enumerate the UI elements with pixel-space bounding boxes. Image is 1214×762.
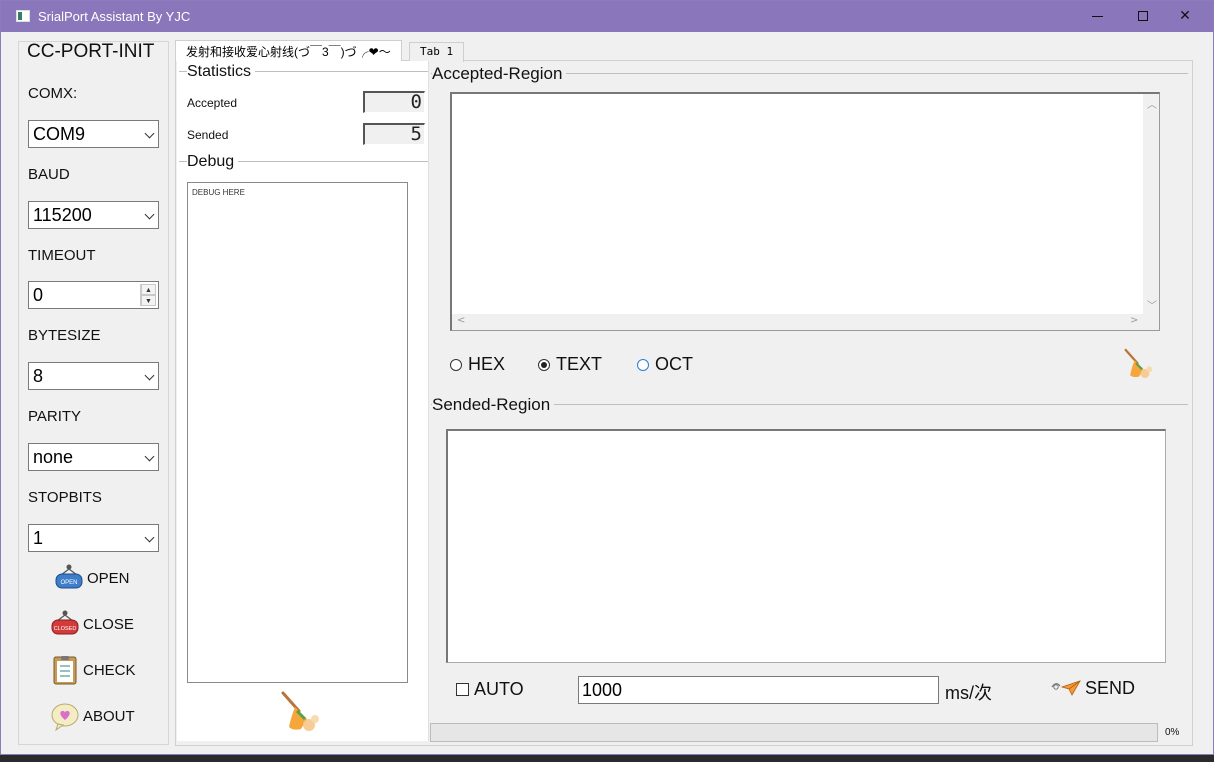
format-text-label: TEXT [556,354,603,374]
port-config-title: CC-PORT-INIT [27,41,155,62]
window-title: SrialPort Assistant By YJC [38,9,191,24]
maximize-icon [1138,11,1148,21]
close-window-button[interactable]: ✕ [1162,1,1208,32]
app-window: SrialPort Assistant By YJC ✕ CC-PORT-INI… [0,0,1214,755]
format-oct-label: OCT [655,354,693,374]
chevron-down-icon [144,370,155,381]
radio-icon [637,358,649,371]
open-sign-text: OPEN [60,580,77,586]
sended-region-title: Sended-Region [432,395,555,415]
sended-count-label: Sended [187,128,229,142]
about-button[interactable]: ABOUT [50,701,135,732]
stopbits-label: STOPBITS [28,489,102,506]
timeout-value: 0 [33,285,44,305]
progress-percent: 0% [1165,727,1180,738]
stopbits-select[interactable]: 1 [28,524,159,552]
broom-icon [281,691,319,731]
send-button[interactable]: SEND [1050,677,1135,699]
baud-select[interactable]: 115200 [28,201,159,229]
chevron-down-icon [144,451,155,462]
send-label: SEND [1085,677,1136,698]
scroll-down-icon: ﹀ [1147,301,1157,312]
spin-up-icon[interactable]: ▲ [141,284,156,295]
comx-value: COM9 [33,124,86,144]
format-hex-radio[interactable]: HEX [450,354,505,375]
radio-icon [450,358,462,371]
close-button[interactable]: CLOSED CLOSE [50,609,134,639]
send-interval-input[interactable]: 1000 [578,676,939,704]
debug-output[interactable]: DEBUG HERE [187,182,408,683]
app-icon [16,10,30,22]
chevron-down-icon [144,128,155,139]
open-button[interactable]: OPEN OPEN [54,563,130,593]
horizontal-scrollbar[interactable]: < > [452,314,1144,330]
scroll-up-icon: ︿ [1147,100,1157,111]
scroll-corner [1143,314,1159,330]
checkbox-icon [456,683,469,696]
scroll-right-icon: > [1130,315,1139,326]
timeout-label: TIMEOUT [28,247,96,264]
send-text-area[interactable] [446,429,1166,663]
bytesize-select[interactable]: 8 [28,362,159,390]
scroll-left-icon: < [457,315,466,326]
parity-value: none [33,447,74,467]
closed-sign-icon: CLOSED [50,609,80,639]
bytesize-value: 8 [33,366,44,386]
about-label: ABOUT [83,707,135,725]
clipboard-icon [50,655,80,685]
heart-bubble-icon [50,701,80,732]
clear-debug-button[interactable] [279,689,323,740]
accepted-count-label: Accepted [187,96,238,110]
open-sign-icon: OPEN [54,563,84,593]
timeout-spinbox[interactable]: 0 ▲ ▼ [28,281,159,309]
open-label: OPEN [87,569,130,587]
close-icon: ✕ [1179,8,1191,24]
send-interval-unit: ms/次 [945,683,992,703]
minimize-icon [1091,16,1103,17]
bytesize-label: BYTESIZE [28,327,101,344]
chevron-down-icon [144,532,155,543]
format-text-radio[interactable]: TEXT [538,354,602,375]
minimize-button[interactable] [1074,1,1120,32]
format-oct-radio[interactable]: OCT [637,354,693,375]
check-button[interactable]: CHECK [50,655,136,685]
paper-plane-icon [1051,680,1081,696]
clear-received-button[interactable] [1122,347,1156,386]
baud-label: BAUD [28,166,70,183]
broom-icon [1124,348,1153,379]
auto-send-label: AUTO [474,679,524,699]
tab-main[interactable]: 发射和接收爱心射线(づ￣3￣)づ╭❤～ [175,40,402,61]
maximize-button[interactable] [1120,1,1166,32]
send-progress-bar [430,723,1158,742]
baud-value: 115200 [33,205,92,225]
received-text-area[interactable]: ︿ ﹀ < > [450,92,1160,331]
statistics-title: Statistics [187,63,256,81]
closed-sign-text: CLOSED [54,626,77,632]
close-label: CLOSE [83,615,134,633]
spin-down-icon[interactable]: ▼ [141,295,156,306]
accepted-count-display: 0 [363,91,425,113]
title-bar: SrialPort Assistant By YJC ✕ [1,1,1213,32]
chevron-down-icon [144,209,155,220]
comx-select[interactable]: COM9 [28,120,159,148]
comx-label: COMX: [28,85,78,102]
parity-select[interactable]: none [28,443,159,471]
parity-label: PARITY [28,408,82,425]
debug-title: Debug [187,153,239,171]
vertical-scrollbar[interactable]: ︿ ﹀ [1143,94,1159,316]
sended-count-display: 5 [363,123,425,145]
format-hex-label: HEX [468,354,506,374]
stopbits-value: 1 [33,528,44,548]
check-label: CHECK [83,661,136,679]
radio-checked-icon [538,358,550,371]
accepted-region-title: Accepted-Region [432,64,567,84]
tab-1[interactable]: Tab 1 [409,42,465,62]
auto-send-checkbox[interactable]: AUTO [456,679,524,700]
